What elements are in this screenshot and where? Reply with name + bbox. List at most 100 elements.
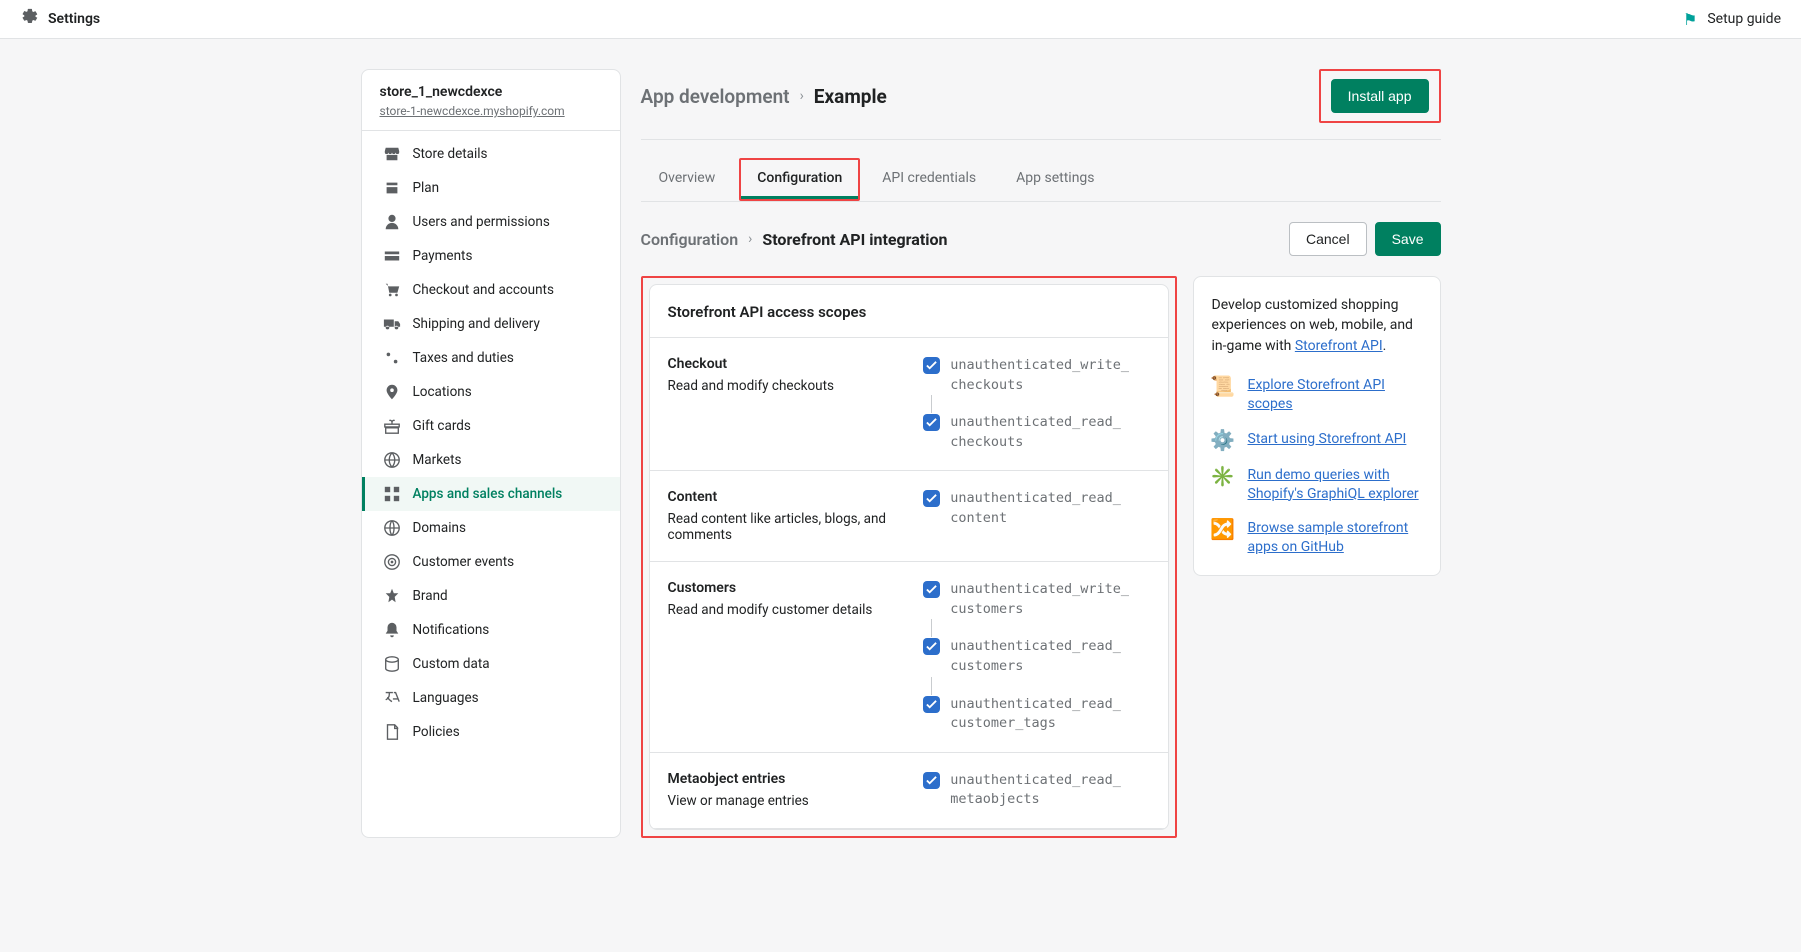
main-content: App development › Example Install app Ov… xyxy=(641,69,1441,838)
main-header: App development › Example Install app xyxy=(641,69,1441,140)
cancel-button[interactable]: Cancel xyxy=(1289,222,1367,256)
sparkle-icon: ✳️ xyxy=(1212,466,1234,486)
chevron-right-icon: › xyxy=(748,231,752,247)
globe-icon xyxy=(383,451,401,469)
sub-breadcrumb-current: Storefront API integration xyxy=(762,230,947,249)
topbar: Settings ⚑ Setup guide xyxy=(0,0,1801,39)
lang-icon xyxy=(383,689,401,707)
sidebar-item-domains[interactable]: Domains xyxy=(362,511,620,545)
tab-configuration[interactable]: Configuration xyxy=(741,160,858,199)
info-link[interactable]: Browse sample storefront apps on GitHub xyxy=(1248,519,1422,557)
tab-app-settings[interactable]: App settings xyxy=(998,158,1112,201)
checkbox-checked-icon[interactable] xyxy=(923,638,940,655)
scope-checkbox-row[interactable]: unauthenticated_write_checkouts xyxy=(923,356,1149,395)
scope-checkbox-row[interactable]: unauthenticated_read_metaobjects xyxy=(923,771,1149,810)
tab-api-credentials[interactable]: API credentials xyxy=(864,158,994,201)
scope-code: unauthenticated_read_checkouts xyxy=(950,413,1121,452)
chevron-right-icon: › xyxy=(800,88,804,104)
pin-icon xyxy=(383,383,401,401)
scope-code: unauthenticated_read_customers xyxy=(950,637,1121,676)
info-link-item: 📜Explore Storefront API scopes xyxy=(1212,376,1422,414)
checkbox-checked-icon[interactable] xyxy=(923,414,940,431)
sidebar-item-label: Customer events xyxy=(413,554,515,570)
sub-breadcrumb-root[interactable]: Configuration xyxy=(641,230,739,249)
setup-guide-label: Setup guide xyxy=(1707,11,1781,27)
sidebar-item-apps-and-sales-channels[interactable]: Apps and sales channels xyxy=(362,477,620,511)
cart-icon xyxy=(383,281,401,299)
info-blurb: Develop customized shopping experiences … xyxy=(1212,295,1422,356)
domain-icon xyxy=(383,519,401,537)
brand-icon xyxy=(383,587,401,605)
sidebar-item-custom-data[interactable]: Custom data xyxy=(362,647,620,681)
sidebar-item-markets[interactable]: Markets xyxy=(362,443,620,477)
branch-icon: 🔀 xyxy=(1212,519,1234,539)
checkbox-checked-icon[interactable] xyxy=(923,772,940,789)
user-icon xyxy=(383,213,401,231)
breadcrumb-root[interactable]: App development xyxy=(641,85,790,108)
gift-icon xyxy=(383,417,401,435)
breadcrumb-current: Example xyxy=(814,85,887,108)
sidebar-item-notifications[interactable]: Notifications xyxy=(362,613,620,647)
info-link[interactable]: Start using Storefront API xyxy=(1248,430,1407,449)
sidebar-item-shipping-and-delivery[interactable]: Shipping and delivery xyxy=(362,307,620,341)
info-link[interactable]: Run demo queries with Shopify's GraphiQL… xyxy=(1248,466,1422,504)
checkbox-checked-icon[interactable] xyxy=(923,581,940,598)
sidebar-item-label: Languages xyxy=(413,690,479,706)
sidebar-item-label: Domains xyxy=(413,520,466,536)
scope-checkbox-row[interactable]: unauthenticated_write_customers xyxy=(923,580,1149,619)
scope-section-content: ContentRead content like articles, blogs… xyxy=(650,471,1168,562)
scopes-scroll-area[interactable]: CheckoutRead and modify checkoutsunauthe… xyxy=(650,338,1168,829)
store-url-link[interactable]: store-1-newcdexce.myshopify.com xyxy=(380,104,602,118)
storefront-api-link[interactable]: Storefront API xyxy=(1295,338,1383,354)
scope-checkbox-row[interactable]: unauthenticated_read_content xyxy=(923,489,1149,528)
scope-section-customers: CustomersRead and modify customer detail… xyxy=(650,562,1168,752)
scope-checkbox-row[interactable]: unauthenticated_read_customers xyxy=(923,637,1149,676)
sidebar-item-label: Checkout and accounts xyxy=(413,282,554,298)
card-title: Storefront API access scopes xyxy=(650,285,1168,338)
sidebar-item-label: Locations xyxy=(413,384,472,400)
sidebar-item-customer-events[interactable]: Customer events xyxy=(362,545,620,579)
checkbox-checked-icon[interactable] xyxy=(923,357,940,374)
scope-section-title: Checkout xyxy=(668,356,890,372)
save-button[interactable]: Save xyxy=(1375,222,1441,256)
sidebar-item-locations[interactable]: Locations xyxy=(362,375,620,409)
tab-overview[interactable]: Overview xyxy=(641,158,734,201)
info-link[interactable]: Explore Storefront API scopes xyxy=(1248,376,1422,414)
payments-icon xyxy=(383,247,401,265)
sidebar-item-users-and-permissions[interactable]: Users and permissions xyxy=(362,205,620,239)
sub-header: Configuration › Storefront API integrati… xyxy=(641,222,1441,256)
sidebar-item-taxes-and-duties[interactable]: Taxes and duties xyxy=(362,341,620,375)
sidebar-item-languages[interactable]: Languages xyxy=(362,681,620,715)
store-icon xyxy=(383,145,401,163)
sidebar-item-checkout-and-accounts[interactable]: Checkout and accounts xyxy=(362,273,620,307)
install-app-button[interactable]: Install app xyxy=(1331,79,1429,113)
sidebar-item-store-details[interactable]: Store details xyxy=(362,137,620,171)
info-link-item: ✳️ Run demo queries with Shopify's Graphi… xyxy=(1212,466,1422,504)
sidebar-item-label: Markets xyxy=(413,452,462,468)
sidebar-item-label: Notifications xyxy=(413,622,490,638)
checkbox-checked-icon[interactable] xyxy=(923,696,940,713)
sidebar-item-label: Gift cards xyxy=(413,418,471,434)
setup-guide-link[interactable]: ⚑ Setup guide xyxy=(1683,10,1781,29)
scope-code: unauthenticated_read_content xyxy=(950,489,1121,528)
scope-checkbox-row[interactable]: unauthenticated_read_customer_tags xyxy=(923,695,1149,734)
sidebar-item-gift-cards[interactable]: Gift cards xyxy=(362,409,620,443)
scope-section-title: Metaobject entries xyxy=(668,771,890,787)
apps-icon xyxy=(383,485,401,503)
sidebar-item-brand[interactable]: Brand xyxy=(362,579,620,613)
sidebar-header: store_1_newcdexce store-1-newcdexce.mysh… xyxy=(362,70,620,131)
data-icon xyxy=(383,655,401,673)
sidebar-item-label: Shipping and delivery xyxy=(413,316,540,332)
scope-section-title: Content xyxy=(668,489,890,505)
info-link-item: ⚙️ Start using Storefront API xyxy=(1212,430,1422,450)
info-column: Develop customized shopping experiences … xyxy=(1193,276,1441,838)
sidebar-item-payments[interactable]: Payments xyxy=(362,239,620,273)
sidebar-item-policies[interactable]: Policies xyxy=(362,715,620,749)
install-highlight-box: Install app xyxy=(1319,69,1441,123)
gear-icon xyxy=(20,8,38,30)
scope-checkbox-row[interactable]: unauthenticated_read_checkouts xyxy=(923,413,1149,452)
gear-color-icon: ⚙️ xyxy=(1212,430,1234,450)
sidebar-item-plan[interactable]: Plan xyxy=(362,171,620,205)
scope-section-desc: View or manage entries xyxy=(668,793,890,809)
checkbox-checked-icon[interactable] xyxy=(923,490,940,507)
